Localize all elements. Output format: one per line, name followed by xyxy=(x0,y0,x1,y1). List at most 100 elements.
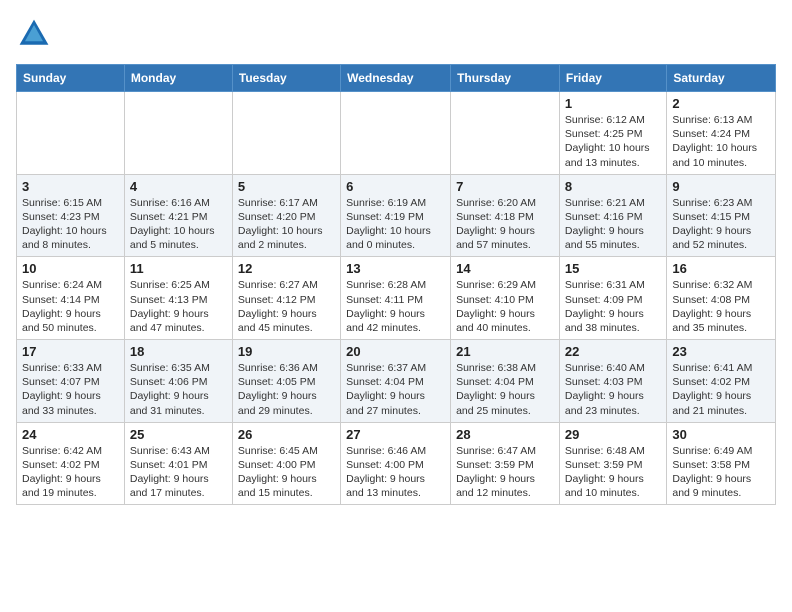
calendar-cell: 26Sunrise: 6:45 AM Sunset: 4:00 PM Dayli… xyxy=(232,422,340,505)
calendar-cell: 30Sunrise: 6:49 AM Sunset: 3:58 PM Dayli… xyxy=(667,422,776,505)
day-number: 17 xyxy=(22,344,119,359)
calendar-cell: 18 Sunrise: 6:35 AM Sunset: 4:06 PM Dayli… xyxy=(124,340,232,423)
calendar-cell: 12 Sunrise: 6:27 AM Sunset: 4:12 PM Dayli… xyxy=(232,257,340,340)
calendar-week-0: 1 Sunrise: 6:12 AM Sunset: 4:25 PM Daylig… xyxy=(17,92,776,175)
day-number: 13 xyxy=(346,261,445,276)
calendar-header-row: SundayMondayTuesdayWednesdayThursdayFrid… xyxy=(17,65,776,92)
logo xyxy=(16,16,56,52)
day-info: Sunrise: 6:21 AM Sunset: 4:16 PM Dayligh… xyxy=(565,196,661,253)
calendar-cell: 24 Sunrise: 6:42 AM Sunset: 4:02 PM Dayli… xyxy=(17,422,125,505)
calendar-cell: 22Sunrise: 6:40 AM Sunset: 4:03 PM Dayli… xyxy=(559,340,666,423)
day-number: 6 xyxy=(346,179,445,194)
calendar-cell: 29 Sunrise: 6:48 AM Sunset: 3:59 PM Dayli… xyxy=(559,422,666,505)
day-number: 2 xyxy=(672,96,770,111)
calendar-week-4: 24 Sunrise: 6:42 AM Sunset: 4:02 PM Dayli… xyxy=(17,422,776,505)
day-info: Sunrise: 6:43 AM Sunset: 4:01 PM Dayligh… xyxy=(130,444,227,501)
calendar-cell xyxy=(17,92,125,175)
col-header-thursday: Thursday xyxy=(451,65,560,92)
day-number: 15 xyxy=(565,261,661,276)
calendar-cell: 5 Sunrise: 6:17 AM Sunset: 4:20 PM Daylig… xyxy=(232,174,340,257)
day-info: Sunrise: 6:49 AM Sunset: 3:58 PM Dayligh… xyxy=(672,444,770,501)
day-number: 10 xyxy=(22,261,119,276)
day-info: Sunrise: 6:27 AM Sunset: 4:12 PM Dayligh… xyxy=(238,278,335,335)
calendar-cell xyxy=(232,92,340,175)
day-number: 28 xyxy=(456,427,554,442)
day-number: 3 xyxy=(22,179,119,194)
day-info: Sunrise: 6:45 AM Sunset: 4:00 PM Dayligh… xyxy=(238,444,335,501)
day-number: 29 xyxy=(565,427,661,442)
day-info: Sunrise: 6:42 AM Sunset: 4:02 PM Dayligh… xyxy=(22,444,119,501)
day-info: Sunrise: 6:48 AM Sunset: 3:59 PM Dayligh… xyxy=(565,444,661,501)
calendar-cell: 23 Sunrise: 6:41 AM Sunset: 4:02 PM Dayli… xyxy=(667,340,776,423)
calendar-week-2: 10 Sunrise: 6:24 AM Sunset: 4:14 PM Dayli… xyxy=(17,257,776,340)
day-number: 24 xyxy=(22,427,119,442)
day-info: Sunrise: 6:23 AM Sunset: 4:15 PM Dayligh… xyxy=(672,196,770,253)
day-info: Sunrise: 6:25 AM Sunset: 4:13 PM Dayligh… xyxy=(130,278,227,335)
day-info: Sunrise: 6:17 AM Sunset: 4:20 PM Dayligh… xyxy=(238,196,335,253)
calendar-cell: 20 Sunrise: 6:37 AM Sunset: 4:04 PM Dayli… xyxy=(341,340,451,423)
calendar-cell: 3 Sunrise: 6:15 AM Sunset: 4:23 PM Daylig… xyxy=(17,174,125,257)
col-header-saturday: Saturday xyxy=(667,65,776,92)
col-header-monday: Monday xyxy=(124,65,232,92)
calendar-cell: 2 Sunrise: 6:13 AM Sunset: 4:24 PM Daylig… xyxy=(667,92,776,175)
day-number: 23 xyxy=(672,344,770,359)
calendar-cell: 17 Sunrise: 6:33 AM Sunset: 4:07 PM Dayli… xyxy=(17,340,125,423)
col-header-friday: Friday xyxy=(559,65,666,92)
day-number: 11 xyxy=(130,261,227,276)
calendar-cell: 27Sunrise: 6:46 AM Sunset: 4:00 PM Dayli… xyxy=(341,422,451,505)
day-number: 1 xyxy=(565,96,661,111)
day-info: Sunrise: 6:31 AM Sunset: 4:09 PM Dayligh… xyxy=(565,278,661,335)
col-header-wednesday: Wednesday xyxy=(341,65,451,92)
calendar-cell xyxy=(451,92,560,175)
day-info: Sunrise: 6:29 AM Sunset: 4:10 PM Dayligh… xyxy=(456,278,554,335)
day-number: 12 xyxy=(238,261,335,276)
day-info: Sunrise: 6:15 AM Sunset: 4:23 PM Dayligh… xyxy=(22,196,119,253)
day-info: Sunrise: 6:36 AM Sunset: 4:05 PM Dayligh… xyxy=(238,361,335,418)
calendar-cell: 14 Sunrise: 6:29 AM Sunset: 4:10 PM Dayli… xyxy=(451,257,560,340)
calendar-table: SundayMondayTuesdayWednesdayThursdayFrid… xyxy=(16,64,776,505)
logo-icon xyxy=(16,16,52,52)
day-info: Sunrise: 6:33 AM Sunset: 4:07 PM Dayligh… xyxy=(22,361,119,418)
calendar-cell: 15 Sunrise: 6:31 AM Sunset: 4:09 PM Dayli… xyxy=(559,257,666,340)
calendar-week-1: 3 Sunrise: 6:15 AM Sunset: 4:23 PM Daylig… xyxy=(17,174,776,257)
day-info: Sunrise: 6:41 AM Sunset: 4:02 PM Dayligh… xyxy=(672,361,770,418)
day-number: 9 xyxy=(672,179,770,194)
day-number: 21 xyxy=(456,344,554,359)
col-header-tuesday: Tuesday xyxy=(232,65,340,92)
day-number: 25 xyxy=(130,427,227,442)
day-number: 14 xyxy=(456,261,554,276)
day-info: Sunrise: 6:32 AM Sunset: 4:08 PM Dayligh… xyxy=(672,278,770,335)
calendar-cell: 13 Sunrise: 6:28 AM Sunset: 4:11 PM Dayli… xyxy=(341,257,451,340)
calendar-cell: 11 Sunrise: 6:25 AM Sunset: 4:13 PM Dayli… xyxy=(124,257,232,340)
day-number: 5 xyxy=(238,179,335,194)
day-number: 8 xyxy=(565,179,661,194)
day-info: Sunrise: 6:35 AM Sunset: 4:06 PM Dayligh… xyxy=(130,361,227,418)
col-header-sunday: Sunday xyxy=(17,65,125,92)
calendar-cell xyxy=(341,92,451,175)
calendar-cell: 6Sunrise: 6:19 AM Sunset: 4:19 PM Daylig… xyxy=(341,174,451,257)
calendar-week-3: 17 Sunrise: 6:33 AM Sunset: 4:07 PM Dayli… xyxy=(17,340,776,423)
calendar-cell: 8 Sunrise: 6:21 AM Sunset: 4:16 PM Daylig… xyxy=(559,174,666,257)
day-info: Sunrise: 6:40 AM Sunset: 4:03 PM Dayligh… xyxy=(565,361,661,418)
day-number: 20 xyxy=(346,344,445,359)
calendar-cell: 9 Sunrise: 6:23 AM Sunset: 4:15 PM Daylig… xyxy=(667,174,776,257)
day-info: Sunrise: 6:37 AM Sunset: 4:04 PM Dayligh… xyxy=(346,361,445,418)
day-number: 27 xyxy=(346,427,445,442)
day-info: Sunrise: 6:16 AM Sunset: 4:21 PM Dayligh… xyxy=(130,196,227,253)
day-number: 4 xyxy=(130,179,227,194)
calendar-cell: 28 Sunrise: 6:47 AM Sunset: 3:59 PM Dayli… xyxy=(451,422,560,505)
calendar-cell: 7Sunrise: 6:20 AM Sunset: 4:18 PM Daylig… xyxy=(451,174,560,257)
day-info: Sunrise: 6:38 AM Sunset: 4:04 PM Dayligh… xyxy=(456,361,554,418)
day-number: 19 xyxy=(238,344,335,359)
calendar-cell: 16 Sunrise: 6:32 AM Sunset: 4:08 PM Dayli… xyxy=(667,257,776,340)
day-info: Sunrise: 6:12 AM Sunset: 4:25 PM Dayligh… xyxy=(565,113,661,170)
calendar-cell: 4 Sunrise: 6:16 AM Sunset: 4:21 PM Daylig… xyxy=(124,174,232,257)
day-number: 16 xyxy=(672,261,770,276)
day-info: Sunrise: 6:28 AM Sunset: 4:11 PM Dayligh… xyxy=(346,278,445,335)
day-info: Sunrise: 6:24 AM Sunset: 4:14 PM Dayligh… xyxy=(22,278,119,335)
day-info: Sunrise: 6:47 AM Sunset: 3:59 PM Dayligh… xyxy=(456,444,554,501)
calendar-cell xyxy=(124,92,232,175)
day-info: Sunrise: 6:20 AM Sunset: 4:18 PM Dayligh… xyxy=(456,196,554,253)
day-number: 18 xyxy=(130,344,227,359)
day-info: Sunrise: 6:13 AM Sunset: 4:24 PM Dayligh… xyxy=(672,113,770,170)
